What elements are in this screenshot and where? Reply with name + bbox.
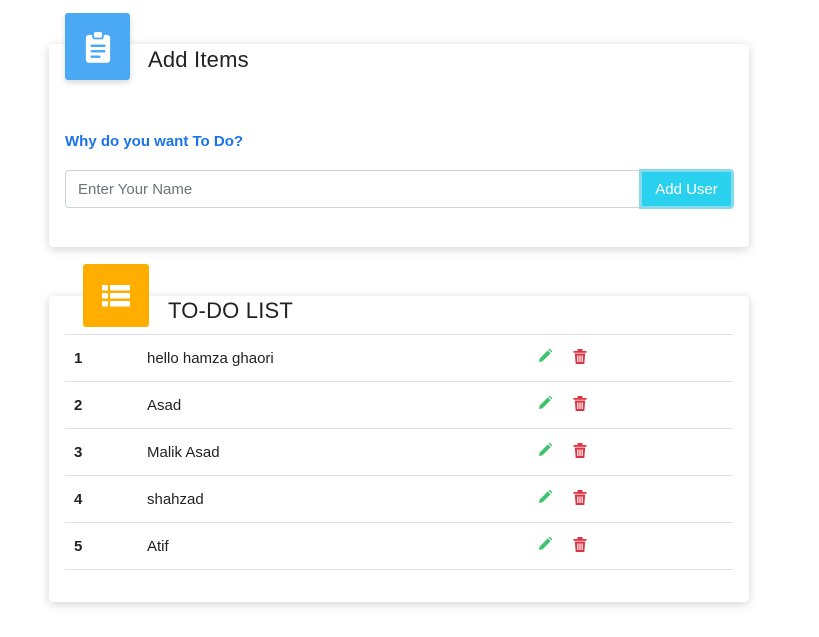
row-item-name: Atif [147, 537, 169, 555]
pencil-icon[interactable] [537, 348, 553, 364]
row-number: 4 [74, 490, 83, 508]
todo-list-icon-tile [83, 264, 149, 327]
row-item-name: Malik Asad [147, 443, 220, 461]
row-item-name: Asad [147, 396, 182, 414]
todo-list-title: TO-DO LIST [168, 298, 294, 323]
list-icon [102, 284, 130, 306]
pencil-icon[interactable] [537, 395, 553, 411]
add-item-input-group: Add User [65, 169, 734, 209]
row-number: 5 [74, 537, 83, 555]
add-user-button[interactable]: Add User [639, 169, 734, 209]
add-items-title: Add Items [148, 47, 249, 72]
table-row: 1 hello hamza ghaori [65, 334, 733, 382]
table-row: 5 Atif [65, 522, 733, 570]
pencil-icon[interactable] [537, 536, 553, 552]
trash-icon[interactable] [573, 395, 587, 411]
row-item-name: hello hamza ghaori [147, 349, 274, 367]
table-row: 3 Malik Asad [65, 428, 733, 476]
row-item-name: shahzad [147, 490, 204, 508]
table-row: 2 Asad [65, 381, 733, 429]
pencil-icon[interactable] [537, 442, 553, 458]
trash-icon[interactable] [573, 348, 587, 364]
pencil-icon[interactable] [537, 489, 553, 505]
trash-icon[interactable] [573, 442, 587, 458]
todo-table: 1 hello hamza ghaori 2 Asad 3 Malik Asad [65, 334, 733, 570]
table-row: 4 shahzad [65, 475, 733, 523]
trash-icon[interactable] [573, 536, 587, 552]
trash-icon[interactable] [573, 489, 587, 505]
clipboard-icon [85, 29, 110, 63]
add-items-icon-tile [65, 13, 130, 80]
row-number: 1 [74, 349, 83, 367]
row-number: 3 [74, 443, 83, 461]
todo-question-label: Why do you want To Do? [65, 133, 244, 150]
row-number: 2 [74, 396, 83, 414]
name-input[interactable] [65, 170, 639, 208]
